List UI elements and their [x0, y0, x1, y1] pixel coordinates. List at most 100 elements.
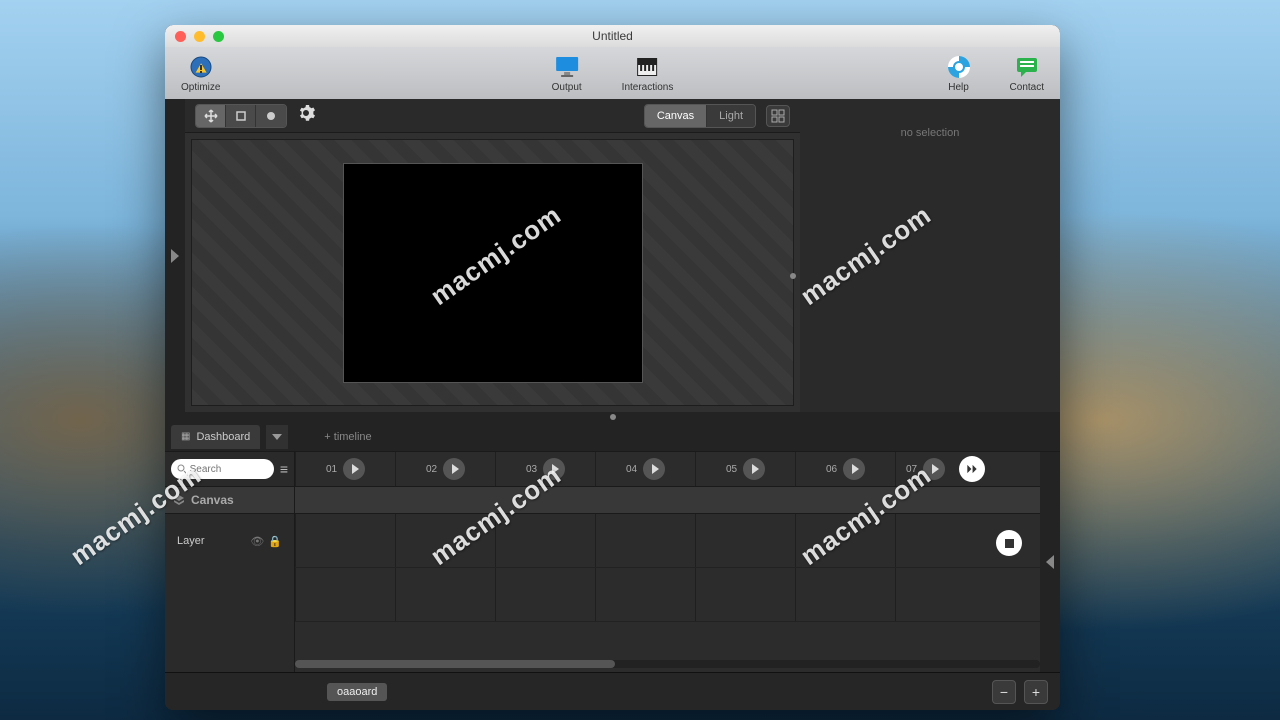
- canvas-header-label: Canvas: [191, 493, 234, 507]
- timeline-sidebar: ≡ Canvas Layer 👁 🔒: [165, 452, 295, 672]
- grid-icon: [771, 109, 785, 123]
- minimize-window-button[interactable]: [194, 31, 205, 42]
- timeline-col: 02: [395, 452, 495, 486]
- timeline-body: ≡ Canvas Layer 👁 🔒 01 02: [165, 452, 1060, 672]
- canvas-viewport[interactable]: [191, 139, 794, 406]
- col-number: 01: [326, 464, 337, 475]
- canvas-view-tab[interactable]: Canvas: [645, 105, 707, 127]
- timeline-track-header: [295, 486, 1040, 514]
- col-number: 07: [906, 464, 917, 475]
- layers-icon: [173, 494, 185, 506]
- timeline-scrollbar[interactable]: [295, 660, 1040, 668]
- crop-tool[interactable]: [226, 105, 256, 127]
- col-number: 03: [526, 464, 537, 475]
- output-label: Output: [552, 82, 582, 93]
- layer-label: Layer: [177, 535, 205, 547]
- optimize-icon: [188, 54, 214, 80]
- help-label: Help: [948, 82, 969, 93]
- lock-icon[interactable]: 🔒: [268, 535, 282, 548]
- interactions-button[interactable]: Interactions: [616, 52, 680, 95]
- optimize-button[interactable]: Optimize: [175, 52, 226, 95]
- piano-icon: [635, 54, 661, 80]
- chat-icon: [1014, 54, 1040, 80]
- col-number: 04: [626, 464, 637, 475]
- play-col-button[interactable]: [923, 458, 945, 480]
- play-col-button[interactable]: [343, 458, 365, 480]
- col-number: 05: [726, 464, 737, 475]
- help-button[interactable]: Help: [940, 52, 978, 95]
- timeline-rows: [295, 514, 1040, 654]
- horizontal-splitter[interactable]: [165, 412, 1060, 422]
- canvas-toolbar: Canvas Light: [185, 99, 800, 133]
- resize-handle-right[interactable]: [790, 273, 796, 279]
- canvas-stage[interactable]: [343, 163, 643, 383]
- window-title: Untitled: [592, 29, 633, 43]
- zoom-out-button[interactable]: −: [992, 680, 1016, 704]
- play-col-button[interactable]: [643, 458, 665, 480]
- fast-forward-icon: [965, 462, 979, 476]
- layer-row[interactable]: Layer 👁 🔒: [165, 514, 294, 568]
- light-view-tab[interactable]: Light: [707, 105, 755, 127]
- move-tool[interactable]: [196, 105, 226, 127]
- lifebuoy-icon: [946, 54, 972, 80]
- app-window: Untitled Optimize Output Interactions: [165, 25, 1060, 710]
- contact-button[interactable]: Contact: [1004, 52, 1050, 95]
- canvas-group-header[interactable]: Canvas: [165, 486, 294, 514]
- list-menu-button[interactable]: ≡: [280, 461, 288, 477]
- footer-bar: oaaoard − +: [165, 672, 1060, 710]
- timeline-col: 03: [495, 452, 595, 486]
- zoom-window-button[interactable]: [213, 31, 224, 42]
- dashboard-tab-label: Dashboard: [196, 431, 250, 443]
- monitor-icon: [554, 54, 580, 80]
- timeline-col: 05: [695, 452, 795, 486]
- search-input[interactable]: [190, 464, 268, 475]
- stop-button[interactable]: [996, 530, 1022, 556]
- timeline-row[interactable]: [295, 514, 1040, 568]
- play-col-button[interactable]: [543, 458, 565, 480]
- add-timeline-button[interactable]: + timeline: [324, 431, 371, 443]
- chevron-down-icon: [272, 434, 282, 440]
- bottom-panel: ▦ Dashboard + timeline ≡ Canvas: [165, 422, 1060, 710]
- splitter-handle-icon: [610, 414, 616, 420]
- play-col-button[interactable]: [743, 458, 765, 480]
- contact-label: Contact: [1010, 82, 1044, 93]
- timeline-col: 06: [795, 452, 895, 486]
- view-mode-segment: Canvas Light: [644, 104, 756, 128]
- window-controls: [175, 31, 224, 42]
- left-panel-toggle[interactable]: [165, 99, 185, 412]
- main-area: Canvas Light no selection: [165, 99, 1060, 412]
- dashboard-tab[interactable]: ▦ Dashboard: [171, 425, 260, 449]
- interactions-label: Interactions: [622, 82, 674, 93]
- grid-toggle-button[interactable]: [766, 105, 790, 127]
- grid-icon: ▦: [181, 431, 190, 442]
- timeline-col: 04: [595, 452, 695, 486]
- titlebar: Untitled: [165, 25, 1060, 47]
- col-number: 06: [826, 464, 837, 475]
- timeline-tabs: ▦ Dashboard + timeline: [165, 422, 1060, 452]
- play-col-button[interactable]: [443, 458, 465, 480]
- gear-icon: [297, 104, 315, 122]
- chevron-left-icon: [1046, 555, 1054, 569]
- right-panel-toggle[interactable]: [1040, 452, 1060, 672]
- settings-button[interactable]: [297, 104, 315, 127]
- search-input-wrapper[interactable]: [171, 459, 274, 479]
- fast-forward-button[interactable]: [959, 456, 985, 482]
- stop-icon: [1005, 539, 1014, 548]
- center-column: Canvas Light: [185, 99, 800, 412]
- close-window-button[interactable]: [175, 31, 186, 42]
- play-col-button[interactable]: [843, 458, 865, 480]
- timeline-col: 01: [295, 452, 395, 486]
- tab-menu-button[interactable]: [266, 425, 288, 449]
- visibility-icon[interactable]: 👁: [250, 535, 264, 548]
- footer-label: oaaoard: [327, 683, 387, 701]
- optimize-label: Optimize: [181, 82, 220, 93]
- scrollbar-thumb[interactable]: [295, 660, 615, 668]
- tool-segment: [195, 104, 287, 128]
- zoom-in-button[interactable]: +: [1024, 680, 1048, 704]
- timeline-row[interactable]: [295, 568, 1040, 622]
- output-button[interactable]: Output: [546, 52, 588, 95]
- inspector-empty-label: no selection: [901, 127, 960, 139]
- timeline-header: 01 02 03 04 05 06 07: [295, 452, 1040, 486]
- record-tool[interactable]: [256, 105, 286, 127]
- col-number: 02: [426, 464, 437, 475]
